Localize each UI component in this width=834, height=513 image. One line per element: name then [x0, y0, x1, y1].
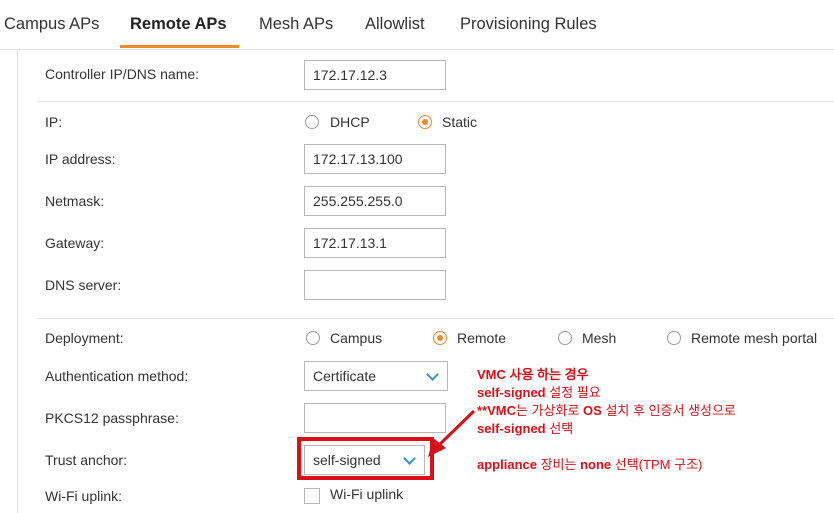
annotation-line-4: self-signed 선택: [477, 421, 574, 436]
annotation-line-2: self-signed 설정 필요: [477, 385, 601, 400]
annotation-line-3: **VMC는 가상화로 OS 설치 후 인증서 생성으로: [477, 403, 736, 418]
annotation-line-5: appliance 장비는 none 선택(TPM 구조): [477, 457, 703, 472]
annotation-line-1: VMC 사용 하는 경우: [477, 367, 589, 382]
annotation-arrow-icon: [428, 409, 476, 457]
